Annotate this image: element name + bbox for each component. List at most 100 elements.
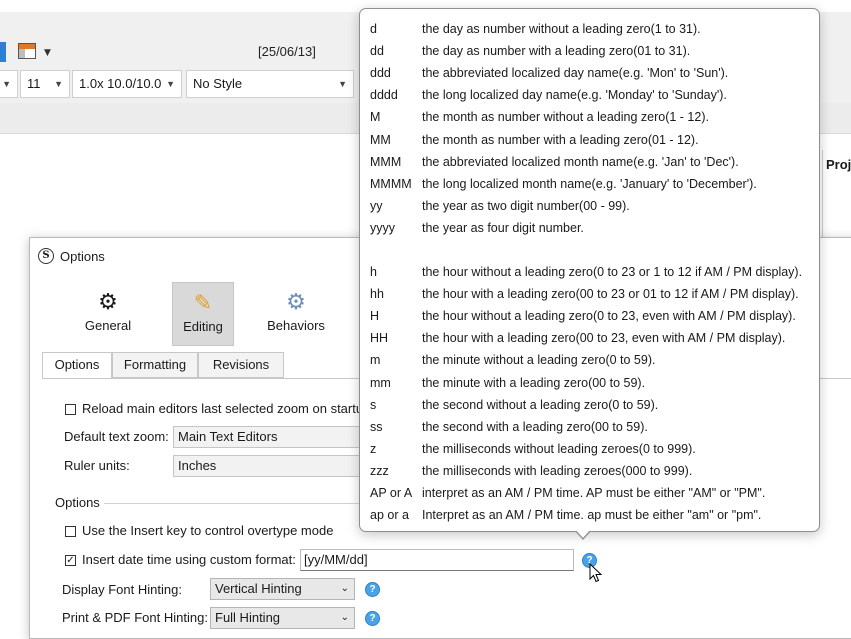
tab-options[interactable]: Options (42, 352, 112, 379)
default-zoom-value: Main Text Editors (178, 429, 278, 444)
format-code: ss (370, 419, 383, 434)
custom-date-label: Insert date time using custom format: (82, 552, 296, 567)
chevron-down-icon[interactable]: ▼ (44, 48, 51, 58)
format-code: s (370, 397, 377, 412)
format-description: the abbreviated localized month name(e.g… (422, 154, 739, 169)
format-code: yy (370, 198, 383, 213)
insert-key-label: Use the Insert key to control overtype m… (82, 523, 334, 538)
custom-date-value: [yy/MM/dd] (304, 552, 368, 567)
custom-date-checkbox[interactable]: ✓ (65, 555, 76, 566)
format-description: the hour without a leading zero(0 to 23 … (422, 265, 803, 279)
format-description: the month as number without a leading ze… (422, 110, 709, 125)
format-code: ddd (370, 66, 391, 81)
font-hinting-label: Display Font Hinting: (62, 582, 182, 597)
default-zoom-label: Default text zoom: (64, 429, 169, 444)
reload-zoom-label: Reload main editors last selected zoom o… (82, 401, 371, 416)
category-label: General (84, 318, 132, 333)
ruler-units-value: Inches (178, 458, 217, 473)
chevron-down-icon: ▼ (338, 79, 347, 89)
category-editing[interactable]: ✎ Editing (172, 282, 234, 346)
format-description: the long localized day name(e.g. 'Monday… (422, 88, 727, 103)
category-general[interactable]: ⚙ General (77, 282, 139, 346)
font-size-dropdown[interactable]: 11 ▼ (20, 70, 70, 98)
format-code: dddd (370, 88, 398, 103)
window-gear-icon: ⚙ (286, 289, 306, 314)
print-hinting-dropdown[interactable]: Full Hinting ⌄ (210, 607, 355, 629)
format-description: the second with a leading zero(00 to 59)… (422, 419, 648, 434)
print-hinting-label: Print & PDF Font Hinting: (62, 610, 208, 625)
chevron-down-icon: ⌄ (340, 583, 349, 594)
dialog-title: Options (60, 248, 105, 264)
format-code: hh (370, 287, 384, 302)
format-description: the minute without a leading zero(0 to 5… (422, 353, 656, 368)
format-description: the hour without a leading zero(0 to 23,… (422, 309, 796, 324)
line-spacing-dropdown[interactable]: 1.0x 10.0/10.0 ▼ (72, 70, 182, 98)
insert-key-checkbox[interactable] (65, 526, 76, 537)
date-preview: [25/06/13] (258, 44, 316, 59)
format-code: HH (370, 331, 389, 346)
custom-date-input[interactable]: [yy/MM/dd] (300, 549, 574, 571)
options-section-header: Options (55, 495, 100, 510)
tab-formatting[interactable]: Formatting (112, 352, 198, 378)
format-description: the minute with a leading zero(00 to 59)… (422, 375, 646, 390)
format-description: the year as four digit number. (422, 220, 584, 235)
font-size-value: 11 (27, 76, 41, 91)
pencil-icon: ✎ (193, 290, 213, 315)
line-spacing-value: 1.0x 10.0/10.0 (79, 76, 162, 91)
font-hinting-dropdown[interactable]: Vertical Hinting ⌄ (210, 578, 355, 600)
format-code: MM (370, 132, 391, 147)
font-family-dropdown[interactable]: ▼ (0, 70, 18, 98)
format-code: m (370, 353, 381, 368)
mouse-cursor-icon (589, 563, 603, 583)
format-description: Interpret as an AM / PM time. ap must be… (422, 508, 762, 523)
chevron-down-icon: ▼ (54, 79, 63, 89)
category-behaviors[interactable]: ⚙ Behaviors (265, 282, 327, 346)
chevron-down-icon: ▼ (2, 79, 11, 89)
style-value: No Style (193, 76, 243, 91)
default-zoom-select[interactable]: Main Text Editors (173, 426, 363, 448)
ruler-units-select[interactable]: Inches (173, 455, 363, 477)
format-code: dd (370, 44, 384, 59)
style-dropdown[interactable]: No Style ▼ (186, 70, 354, 98)
category-label: Behaviors (267, 318, 325, 333)
tooltip-pointer (575, 530, 591, 540)
format-code: zzz (370, 463, 389, 478)
format-code: d (370, 22, 377, 36)
tab-revisions[interactable]: Revisions (198, 352, 284, 378)
format-code: mm (370, 375, 391, 390)
ruler-units-label: Ruler units: (64, 458, 130, 473)
chevron-down-icon: ▼ (166, 79, 175, 89)
format-description: the long localized month name(e.g. 'Janu… (422, 176, 757, 191)
format-description: the abbreviated localized day name(e.g. … (422, 66, 729, 81)
format-code: MMMM (370, 176, 412, 191)
format-code: M (370, 110, 381, 125)
project-header: Proj (826, 157, 851, 172)
help-icon[interactable]: ? (365, 582, 380, 597)
format-code: z (370, 441, 377, 456)
date-format-tooltip: d the day as number without a leading zer… (359, 8, 820, 532)
format-description: the milliseconds with leading zeroes(000… (422, 463, 693, 478)
gears-icon: ⚙ (98, 289, 118, 314)
format-description: the second without a leading zero(0 to 5… (422, 397, 659, 412)
format-description: the day as number with a leading zero(01… (422, 44, 691, 59)
format-code: h (370, 265, 377, 279)
category-label: Editing (183, 319, 223, 334)
app-logo-icon: S (38, 248, 54, 264)
format-description: the hour with a leading zero(00 to 23 or… (422, 287, 799, 302)
dialog-title-bar: S Options (38, 246, 105, 266)
reload-zoom-checkbox[interactable] (65, 404, 76, 415)
format-description: the milliseconds without leading zeroes(… (422, 441, 696, 456)
section-divider (104, 503, 364, 504)
accent-edge (0, 42, 6, 62)
help-icon[interactable]: ? (365, 611, 380, 626)
format-code: yyyy (370, 220, 395, 235)
format-code: ap or a (370, 508, 409, 523)
print-hinting-value: Full Hinting (215, 610, 281, 625)
format-description: the hour with a leading zero(00 to 23, e… (422, 331, 786, 346)
format-code: AP or A (370, 486, 413, 500)
font-hinting-value: Vertical Hinting (215, 581, 302, 596)
format-code: H (370, 309, 380, 324)
layout-icon[interactable] (18, 43, 36, 59)
format-description: the day as number without a leading zero… (422, 22, 701, 36)
format-description: the year as two digit number(00 - 99). (422, 198, 630, 213)
